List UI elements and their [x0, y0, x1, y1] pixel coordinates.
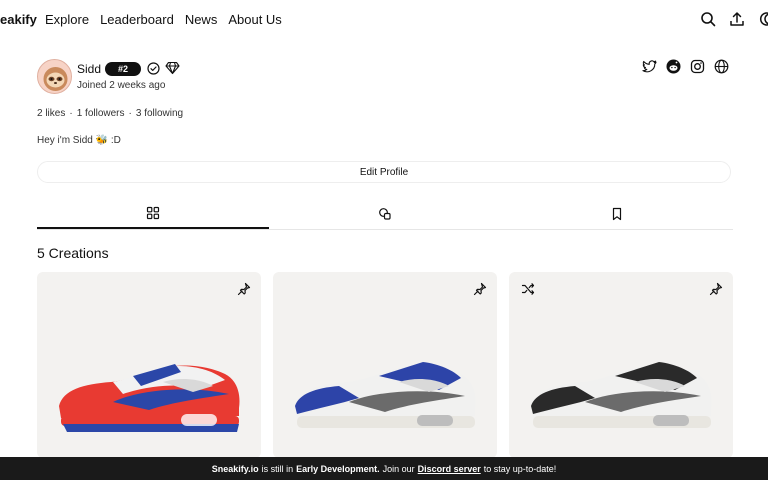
banner-text: to stay up-to-date! [483, 463, 557, 474]
nav-links: Explore Leaderboard News About Us [45, 12, 282, 27]
banner-stage: Early Development. [296, 463, 380, 474]
diamond-icon [165, 61, 180, 75]
instagram-icon[interactable] [690, 59, 705, 74]
nav-link-news[interactable]: News [185, 12, 218, 27]
moon-icon[interactable] [758, 11, 768, 27]
creation-card[interactable] [37, 272, 261, 458]
following-count[interactable]: 3 following [136, 108, 183, 119]
brand-logo[interactable]: eakify [0, 12, 37, 27]
creation-card[interactable] [509, 272, 733, 458]
stats-separator: · [128, 108, 132, 119]
joined-date: Joined 2 weeks ago [77, 80, 166, 91]
nav-link-leaderboard[interactable]: Leaderboard [100, 12, 174, 27]
search-icon[interactable] [700, 11, 716, 27]
shapes-icon [379, 207, 391, 220]
tab-creations[interactable] [37, 198, 269, 229]
banner-text: Join our [382, 463, 415, 474]
twitter-icon[interactable] [642, 59, 657, 74]
rank-badge: #2 [105, 62, 141, 76]
likes-count[interactable]: 2 likes [37, 108, 65, 119]
creation-card[interactable] [273, 272, 497, 458]
profile-stats: 2 likes · 1 followers · 3 following [37, 108, 183, 119]
grid-icon [146, 206, 160, 219]
banner-text: is still in [261, 463, 294, 474]
sneaker-image [59, 364, 240, 432]
bookmark-icon [612, 207, 622, 220]
edit-profile-button[interactable]: Edit Profile [37, 161, 731, 183]
pin-icon[interactable] [473, 282, 487, 296]
nav-link-explore[interactable]: Explore [45, 12, 89, 27]
followers-count[interactable]: 1 followers [77, 108, 125, 119]
creations-title: 5 Creations [37, 245, 109, 261]
pin-icon[interactable] [709, 282, 723, 296]
profile-tabs [37, 198, 733, 230]
nav-link-about-us[interactable]: About Us [228, 12, 281, 27]
discord-link[interactable]: Discord server [418, 464, 481, 474]
reddit-icon[interactable] [666, 59, 681, 74]
avatar[interactable] [37, 59, 72, 94]
top-nav: eakify Explore Leaderboard News About Us [0, 0, 768, 40]
social-links [642, 59, 729, 74]
upload-icon[interactable] [729, 11, 745, 27]
sneaker-image [531, 362, 712, 428]
banner-site-name: Sneakify.io [211, 463, 259, 474]
profile-bio: Hey i'm Sidd 🐝 :D [37, 135, 121, 146]
sneaker-image [295, 362, 476, 428]
verified-icon [147, 62, 160, 75]
tab-saved[interactable] [501, 198, 733, 229]
pin-icon[interactable] [237, 282, 251, 296]
stats-separator: · [69, 108, 73, 119]
early-development-banner: Sneakify.io is still in Early Developmen… [0, 457, 768, 480]
tab-remixes[interactable] [269, 198, 501, 229]
username: Sidd [77, 62, 102, 76]
top-icons [700, 11, 768, 27]
shuffle-icon[interactable] [521, 282, 535, 296]
globe-icon[interactable] [714, 59, 729, 74]
